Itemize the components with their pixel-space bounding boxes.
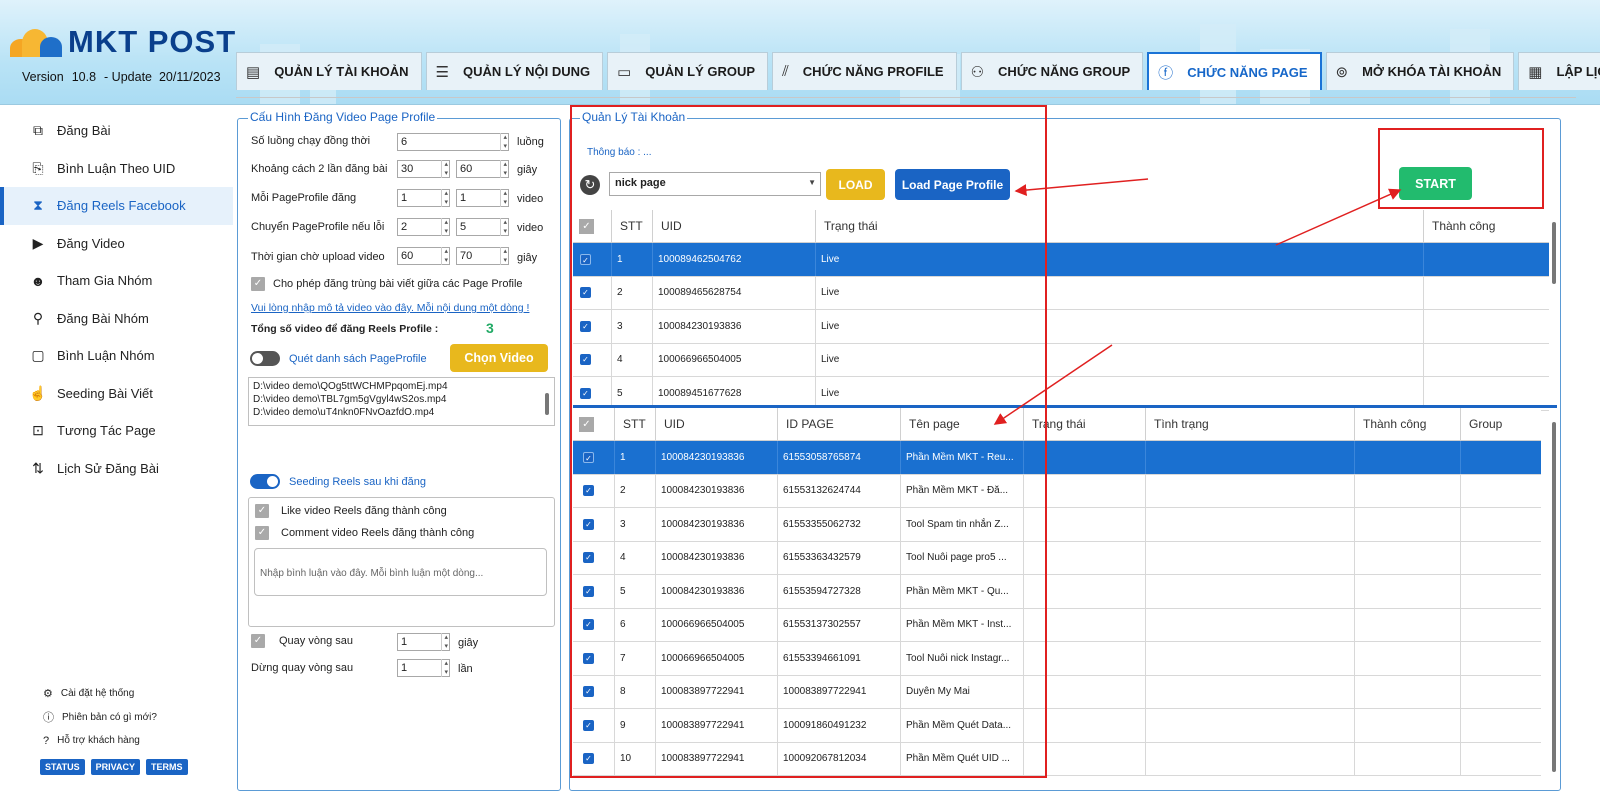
app-logo: MKT POST [10, 24, 236, 60]
tab-content-management[interactable]: ☰ QUẢN LÝ NỘI DUNG [425, 52, 604, 90]
logo-mark-icon [10, 27, 66, 57]
calendar-icon: ▦ [1528, 63, 1543, 81]
tab-page-functions[interactable]: ⓕ CHỨC NĂNG PAGE [1147, 52, 1322, 90]
arrow-start [1275, 188, 1402, 246]
tab-schedule[interactable]: ▦LẬP LỊCH [1518, 52, 1600, 90]
tab-group-management[interactable]: ▭ QUẢN LÝ GROUP [607, 52, 769, 90]
arrow-page-table [993, 344, 1113, 425]
logo-text: MKT POST [68, 24, 237, 59]
version-info: Version 10.8- Update 20/11/2023 [22, 70, 221, 84]
tab-unlock-account[interactable]: ⊚ MỞ KHÓA TÀI KHOẢN [1325, 52, 1515, 90]
arrow-load-page [1014, 178, 1149, 197]
facebook-icon: ⓕ [1158, 64, 1174, 82]
slash-icon: ⫽ [782, 63, 789, 80]
tab-account-management[interactable]: ▤ QUẢN LÝ TÀI KHOẢN [236, 52, 422, 90]
tab-group-functions[interactable]: ⚇ CHỨC NĂNG GROUP [960, 52, 1144, 90]
id-card-icon: ▤ [246, 63, 261, 81]
fingerprint-icon: ⊚ [1335, 63, 1349, 81]
document-icon: ▭ [617, 63, 632, 81]
tab-profile-functions[interactable]: ⫽ CHỨC NĂNG PROFILE [772, 52, 957, 90]
list-icon: ☰ [435, 63, 449, 81]
annotation-arrows [993, 178, 1402, 425]
main-tabs: ▤ QUẢN LÝ TÀI KHOẢN ☰ QUẢN LÝ NỘI DUNG ▭ QU… [236, 52, 1600, 90]
users-icon: ⚇ [970, 63, 985, 81]
